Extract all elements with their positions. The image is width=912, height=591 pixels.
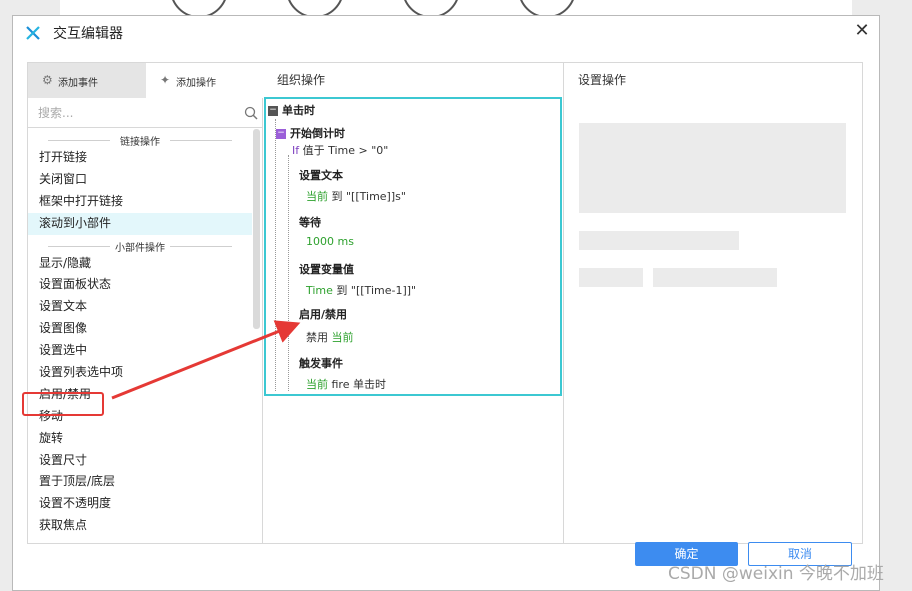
action-item-open-in-frame[interactable]: 框架中打开链接 (28, 191, 252, 213)
action-item-open-link[interactable]: 打开链接 (28, 147, 252, 169)
search-icon[interactable] (244, 106, 258, 120)
placeholder-block (653, 268, 777, 287)
background-canvas (60, 0, 852, 18)
action-detail: 禁用 当前 (306, 331, 354, 344)
action-item-set-panel-state[interactable]: 设置面板状态 (28, 274, 252, 296)
action-item-set-opacity[interactable]: 设置不透明度 (28, 493, 252, 515)
case-condition: If 值于 Time > "0" (292, 144, 389, 157)
action-detail: 当前 fire 单击时 (306, 378, 386, 391)
action-tree: − 单击时 − 开始倒计时 If 值于 Time > "0" 设置文本 当前 到 "… (264, 97, 562, 396)
section-header: 小部件操作 (28, 239, 252, 254)
action-title[interactable]: 设置变量值 (299, 261, 354, 277)
search-box (28, 98, 262, 128)
watermark: CSDN @weixin 今晚不加班 (668, 564, 884, 584)
action-title[interactable]: 设置文本 (299, 167, 343, 183)
placeholder-block (579, 231, 739, 250)
configure-action-panel: 设置操作 (563, 62, 863, 544)
action-item-show-hide[interactable]: 显示/隐藏 (28, 253, 252, 275)
action-detail: 1000 ms (306, 235, 354, 248)
placeholder-block (579, 268, 643, 287)
case-node[interactable]: − 开始倒计时 (276, 125, 345, 141)
action-item-set-selected[interactable]: 设置选中 (28, 340, 252, 362)
collapse-icon[interactable]: − (276, 129, 286, 139)
action-title[interactable]: 等待 (299, 214, 321, 230)
action-item-focus[interactable]: 获取焦点 (28, 515, 252, 537)
dialog-title: 交互编辑器 (53, 26, 123, 42)
list-scrollbar[interactable] (253, 129, 260, 329)
organize-actions-panel: 组织操作 − 单击时 − 开始倒计时 If 值于 Time > "0" 设置文本 当… (263, 62, 563, 544)
action-item-set-text[interactable]: 设置文本 (28, 296, 252, 318)
tree-guide (288, 155, 289, 391)
action-detail: Time 到 "[[Time-1]]" (306, 284, 417, 297)
action-library-panel: ⚙ 添加事件 ✦ 添加操作 链接操作 打开链接 关闭窗口 框架中打开链接 滚动到… (27, 62, 264, 544)
close-icon[interactable]: ✕ (853, 22, 871, 40)
tab-add-action[interactable]: ✦ 添加操作 (146, 63, 264, 98)
event-node[interactable]: − 单击时 (268, 102, 315, 118)
action-item-close-window[interactable]: 关闭窗口 (28, 169, 252, 191)
left-tabs: ⚙ 添加事件 ✦ 添加操作 (28, 63, 264, 98)
placeholder-block (579, 123, 846, 213)
action-item-set-image[interactable]: 设置图像 (28, 318, 252, 340)
action-item-scroll-to-widget[interactable]: 滚动到小部件 (28, 212, 252, 235)
action-item-set-list-selected[interactable]: 设置列表选中项 (28, 362, 252, 384)
interaction-editor-dialog: 交互编辑器 ✕ ⚙ 添加事件 ✦ 添加操作 链接操作 打开链接 关闭窗口 框 (12, 15, 880, 591)
search-input[interactable] (38, 104, 228, 122)
collapse-icon[interactable]: − (268, 106, 278, 116)
add-event-icon: ⚙ (42, 73, 53, 87)
action-detail: 当前 到 "[[Time]]s" (306, 190, 406, 203)
section-header: 链接操作 (28, 133, 252, 148)
action-title[interactable]: 触发事件 (299, 355, 343, 371)
add-action-icon: ✦ (160, 73, 171, 87)
action-item-bring-front-back[interactable]: 置于顶层/底层 (28, 471, 252, 493)
tree-guide (275, 119, 276, 391)
action-list: 链接操作 打开链接 关闭窗口 框架中打开链接 滚动到小部件 小部件操作 显示/隐… (28, 129, 252, 543)
action-item-set-size[interactable]: 设置尺寸 (28, 450, 252, 472)
tab-add-event[interactable]: ⚙ 添加事件 (28, 63, 146, 98)
annotation-highlight-box (22, 392, 104, 416)
panel-header: 组织操作 (277, 73, 326, 87)
panel-header: 设置操作 (578, 73, 627, 87)
axure-logo-icon (26, 26, 40, 40)
action-item-rotate[interactable]: 旋转 (28, 428, 252, 450)
action-title[interactable]: 启用/禁用 (299, 306, 347, 322)
title-bar: 交互编辑器 ✕ (13, 16, 879, 50)
